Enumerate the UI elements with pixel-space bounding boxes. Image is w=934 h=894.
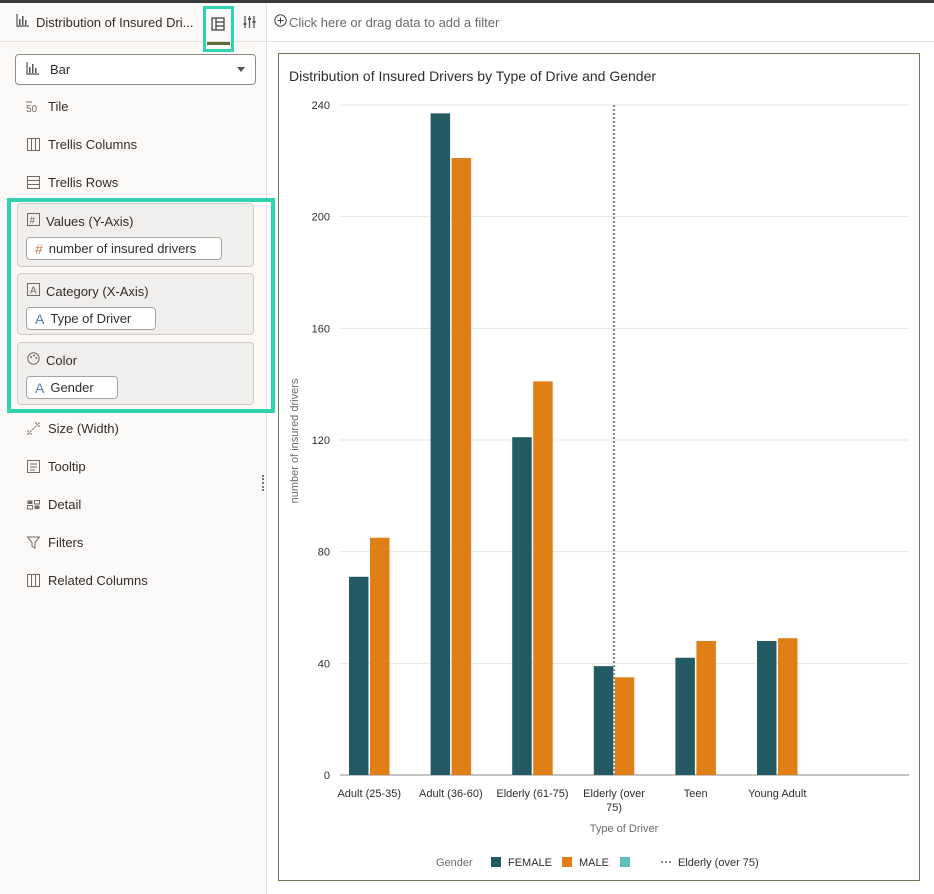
drop-target-related-columns[interactable]: Related Columns [26,573,148,588]
grammar-tab[interactable] [203,6,234,52]
grammar-panel: Distribution of Insured Dri... Bar 50 Ti… [0,3,275,894]
legend-swatch-male [562,857,572,867]
drop-target-label: Size (Width) [48,421,119,436]
bar-chart-icon [26,61,40,78]
trellis-columns-icon [26,138,40,152]
x-tick-label: Elderly (over [583,788,645,800]
viz-type-select[interactable]: Bar [15,54,256,85]
drop-target-tooltip[interactable]: Tooltip [26,459,86,474]
y-tick-label: 200 [312,212,330,224]
trellis-rows-icon [26,176,40,190]
panel-header: Distribution of Insured Dri... [0,3,267,52]
viz-type-label: Bar [50,62,71,77]
viz-title[interactable]: Distribution of Insured Dri... [16,14,196,30]
bar-chart-icon [16,14,30,30]
drop-target-label: Detail [48,497,82,512]
drop-target-filters[interactable]: Filters [26,535,83,550]
y-tick-label: 120 [312,435,330,447]
tooltip-icon [26,460,40,474]
size-icon [26,422,40,436]
add-filter-icon [274,14,287,30]
svg-text:50: 50 [26,104,38,113]
x-axis-title: Type of Driver [590,823,659,835]
legend-swatch-female [491,857,501,867]
x-tick-label: 75) [606,802,622,814]
related-columns-icon [26,574,40,588]
viz-title-text: Distribution of Insured Dri... [36,14,194,30]
bar-male [696,641,716,775]
bar-female [593,666,614,775]
bar-male [451,158,472,776]
legend-label-male: MALE [579,857,609,869]
y-tick-label: 40 [318,658,330,670]
bar-male [614,677,635,775]
bar-female [757,641,777,775]
bar-male [778,638,798,775]
drop-target-tile[interactable]: 50 Tile [26,99,68,114]
legend-label-reference: Elderly (over 75) [678,857,759,869]
y-tick-label: 80 [318,547,330,559]
highlight-box [7,198,275,413]
drop-target-label: Related Columns [48,573,148,588]
drop-target-label: Trellis Columns [48,137,138,152]
drop-target-label: Tile [48,99,69,114]
panel-resize-handle[interactable] [262,475,264,491]
drop-target-size[interactable]: Size (Width) [26,421,119,436]
drop-target-trellis-rows[interactable]: Trellis Rows [26,175,118,190]
properties-tab[interactable] [243,15,256,32]
detail-icon [26,498,40,512]
bar-female [512,437,532,775]
x-tick-label: Teen [684,788,708,800]
bar-female [675,657,695,775]
y-axis-title: number of insured drivers [289,378,301,503]
bar-female [430,113,451,775]
chevron-down-icon [237,67,245,72]
tile-icon: 50 [26,100,40,114]
filter-icon [26,536,40,550]
bar-female [349,576,369,775]
x-tick-label: Adult (25-35) [337,788,401,800]
y-tick-label: 240 [312,100,330,112]
visualization-canvas[interactable]: Distribution of Insured Drivers by Type … [278,53,920,881]
filter-placeholder: Click here or drag data to add a filter [289,14,500,30]
bar-chart: 0 40 80 120 160 200 240 Adult (25-35) Adult (36-… [289,100,909,869]
x-tick-label: Elderly (61-75) [496,788,568,800]
bar-male [533,381,553,775]
active-tab-indicator [207,42,230,45]
x-tick-label: Adult (36-60) [419,788,483,800]
y-tick-label: 160 [312,323,330,335]
legend-swatch-extra [620,857,630,867]
grammar-icon [211,17,225,34]
drop-target-detail[interactable]: Detail [26,497,81,512]
drop-target-label: Tooltip [48,459,86,474]
drop-target-label: Filters [48,535,84,550]
legend-title: Gender [436,857,473,869]
drop-target-trellis-columns[interactable]: Trellis Columns [26,137,137,152]
filter-bar[interactable]: Click here or drag data to add a filter [268,3,934,42]
legend-label-female: FEMALE [508,857,552,869]
y-tick-label: 0 [324,770,330,782]
bar-male [370,537,390,775]
sliders-icon [243,16,256,32]
drop-target-label: Trellis Rows [48,175,119,190]
x-tick-label: Young Adult [748,788,806,800]
